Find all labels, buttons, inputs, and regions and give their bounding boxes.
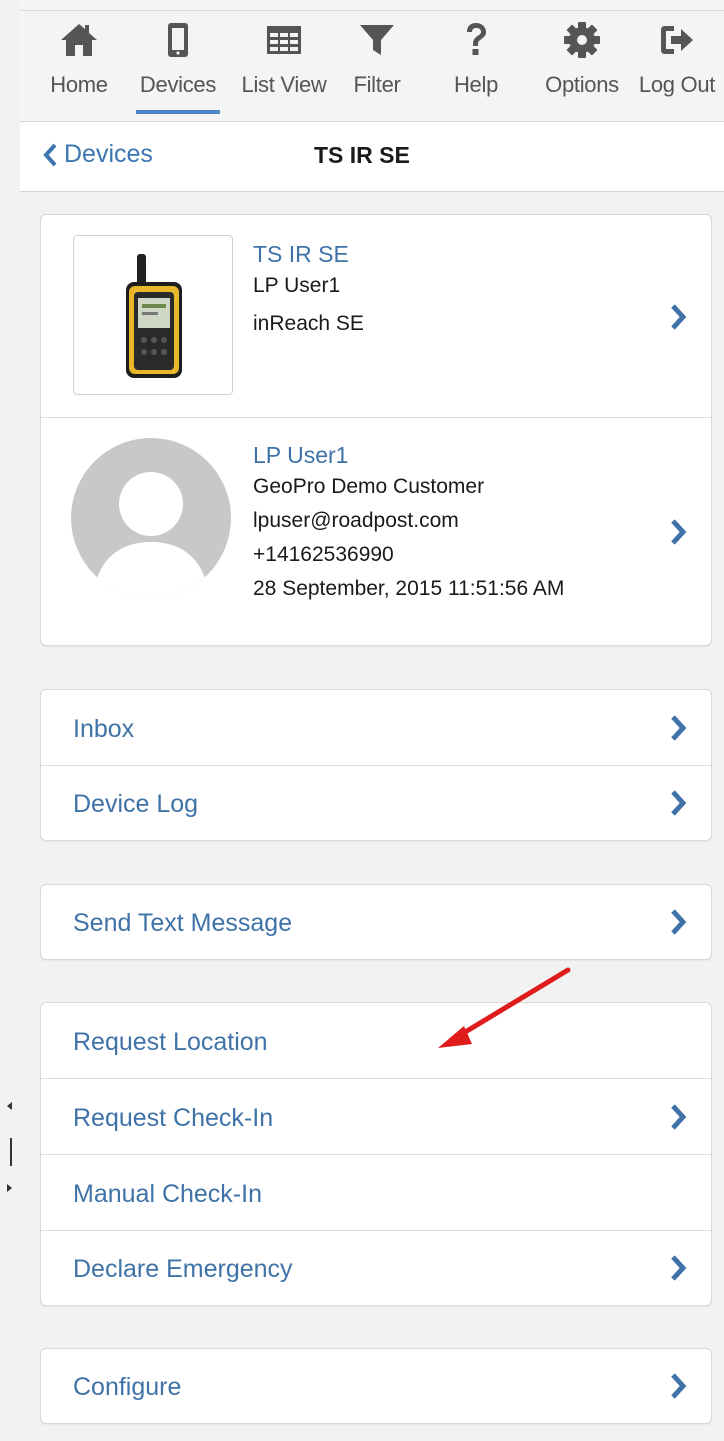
nav-log-out-label: Log Out — [638, 72, 716, 97]
chevron-right-icon — [671, 909, 687, 935]
device-log-row[interactable]: Device Log — [41, 766, 711, 841]
declare-emergency-row[interactable]: Declare Emergency — [41, 1231, 711, 1305]
send-message-group: Send Text Message — [40, 884, 712, 960]
gear-icon — [564, 22, 600, 58]
back-label: Devices — [64, 140, 153, 168]
table-icon — [267, 26, 301, 54]
nav-divider — [20, 10, 724, 11]
chevron-right-icon — [671, 1104, 687, 1130]
user-name: LP User1 — [253, 442, 349, 468]
user-company: GeoPro Demo Customer — [253, 475, 485, 498]
chevron-right-icon — [671, 790, 687, 816]
configure-row[interactable]: Configure — [41, 1349, 711, 1424]
nav-log-out[interactable]: Log Out — [634, 20, 720, 120]
inbox-label: Inbox — [73, 715, 135, 743]
request-check-in-row[interactable]: Request Check-In — [41, 1079, 711, 1155]
request-check-in-label: Request Check-In — [73, 1104, 274, 1132]
device-log-label: Device Log — [73, 790, 199, 818]
manual-check-in-row[interactable]: Manual Check-In — [41, 1155, 711, 1231]
side-scroll-arrows[interactable] — [4, 1100, 14, 1210]
nav-help[interactable]: Help — [448, 20, 504, 120]
chevron-left-icon — [43, 143, 57, 166]
nav-home-label: Home — [50, 72, 108, 97]
logout-icon — [661, 26, 693, 54]
device-summary-card: TS IR SE LP User1 inReach SE LP User1 Ge… — [40, 214, 712, 646]
user-row[interactable]: LP User1 GeoPro Demo Customer lpuser@roa… — [41, 418, 711, 645]
device-row[interactable]: TS IR SE LP User1 inReach SE — [41, 215, 711, 418]
messages-group: Inbox Device Log — [40, 689, 712, 841]
filter-icon — [360, 25, 394, 55]
chevron-right-icon — [671, 1255, 687, 1281]
top-nav: Home Devices List View Filter Help Optio… — [20, 0, 724, 122]
nav-home[interactable]: Home — [40, 20, 118, 120]
configure-group: Configure — [40, 1348, 712, 1424]
nav-help-label: Help — [453, 72, 499, 97]
chevron-right-icon — [671, 304, 687, 330]
device-image — [73, 235, 233, 395]
device-user: LP User1 — [253, 274, 341, 297]
configure-label: Configure — [73, 1373, 182, 1401]
question-icon — [467, 23, 486, 55]
nav-options-label: Options — [545, 72, 619, 97]
chevron-right-icon — [671, 1373, 687, 1399]
device-info: TS IR SE LP User1 inReach SE — [253, 241, 364, 339]
request-location-row[interactable]: Request Location — [41, 1003, 711, 1079]
home-icon — [61, 24, 97, 56]
user-timestamp: 28 September, 2015 11:51:56 AM — [253, 577, 565, 600]
user-email: lpuser@roadpost.com — [253, 509, 459, 532]
user-phone: +14162536990 — [253, 543, 394, 566]
sub-header: Devices TS IR SE — [20, 122, 724, 192]
avatar — [71, 438, 231, 598]
page-title: TS IR SE — [314, 142, 410, 168]
send-text-message-label: Send Text Message — [73, 909, 293, 937]
nav-filter-label: Filter — [353, 72, 401, 97]
nav-filter[interactable]: Filter — [342, 20, 412, 120]
active-tab-indicator — [136, 110, 220, 114]
device-model: inReach SE — [253, 312, 364, 335]
declare-emergency-label: Declare Emergency — [73, 1255, 293, 1283]
mobile-icon — [168, 23, 188, 57]
nav-options[interactable]: Options — [536, 20, 628, 120]
manual-check-in-label: Manual Check-In — [73, 1180, 262, 1208]
back-button[interactable]: Devices — [42, 140, 153, 169]
location-group: Request Location Request Check-In Manual… — [40, 1002, 712, 1306]
nav-devices[interactable]: Devices — [130, 20, 226, 120]
chevron-right-icon — [671, 715, 687, 741]
annotation-arrow-icon — [438, 967, 571, 1048]
device-name: TS IR SE — [253, 241, 349, 267]
gps-device-icon — [126, 254, 182, 378]
inbox-row[interactable]: Inbox — [41, 690, 711, 766]
chevron-right-icon — [671, 519, 687, 545]
send-text-message-row[interactable]: Send Text Message — [41, 885, 711, 960]
nav-list-view[interactable]: List View — [232, 20, 336, 120]
nav-list-view-label: List View — [241, 72, 327, 97]
request-location-label: Request Location — [73, 1028, 268, 1056]
person-silhouette-icon — [93, 472, 209, 598]
nav-devices-label: Devices — [139, 72, 217, 97]
user-info: LP User1 GeoPro Demo Customer lpuser@roa… — [253, 442, 564, 604]
